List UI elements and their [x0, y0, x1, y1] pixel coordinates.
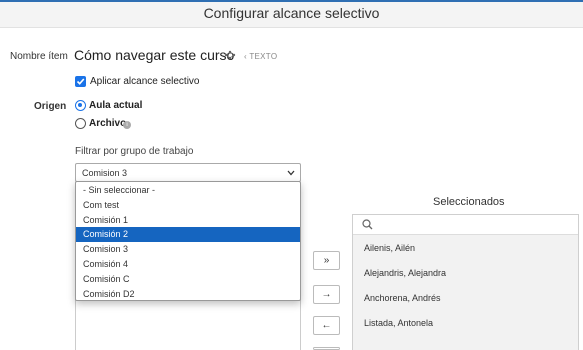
origin-radio-current-classroom[interactable]	[75, 100, 86, 111]
selected-list[interactable]: Ailenis, Ailén Alejandris, Alejandra Anc…	[352, 214, 579, 350]
add-all-button[interactable]: »	[313, 251, 340, 270]
dialog-title: Configurar alcance selectivo	[203, 5, 380, 21]
info-icon[interactable]: i	[123, 121, 131, 129]
origin-label: Origen	[34, 101, 67, 112]
item-type-badge: ‹ TEXTO	[244, 52, 278, 61]
selective-scope-checkbox[interactable]	[75, 76, 86, 87]
add-button[interactable]: →	[313, 285, 340, 304]
search-icon	[362, 219, 373, 230]
dialog-header: Configurar alcance selectivo	[0, 2, 583, 28]
remove-button[interactable]: ←	[313, 316, 340, 335]
item-type-text: TEXTO	[249, 52, 278, 61]
chevron-down-icon	[287, 170, 295, 176]
item-name-label: Nombre ítem	[10, 51, 68, 62]
workgroup-option-highlighted[interactable]: Comisión 2	[76, 227, 300, 242]
selected-item[interactable]: Anchorena, Andrés	[364, 293, 441, 303]
origin-radio-file[interactable]	[75, 118, 86, 129]
selected-title: Seleccionados	[433, 196, 505, 208]
selected-search[interactable]	[353, 215, 578, 235]
workgroup-option[interactable]: Com test	[76, 198, 300, 213]
selected-item[interactable]: Listada, Antonela	[364, 318, 433, 328]
origin-option-current-classroom[interactable]: Aula actual	[89, 100, 142, 111]
workgroup-option[interactable]: Comision 3	[76, 242, 300, 257]
workgroup-select-value: Comision 3	[82, 168, 128, 178]
selected-item[interactable]: Alejandris, Alejandra	[364, 268, 446, 278]
workgroup-option[interactable]: Comisión 4	[76, 257, 300, 272]
content-type-icon	[224, 50, 236, 60]
selective-scope-label[interactable]: Aplicar alcance selectivo	[90, 76, 200, 87]
workgroup-option[interactable]: Comisión C	[76, 272, 300, 287]
workgroup-option[interactable]: - Sin seleccionar -	[76, 183, 300, 198]
workgroup-option[interactable]: Comisión 1	[76, 213, 300, 228]
origin-option-file[interactable]: Archivo	[89, 118, 126, 129]
filter-label: Filtrar por grupo de trabajo	[75, 146, 194, 157]
workgroup-dropdown[interactable]: - Sin seleccionar - Com test Comisión 1 …	[75, 181, 301, 301]
item-name: Cómo navegar este curso	[74, 47, 235, 63]
selected-item[interactable]: Ailenis, Ailén	[364, 243, 415, 253]
workgroup-select[interactable]: Comision 3	[75, 163, 301, 182]
workgroup-option[interactable]: Comisión D2	[76, 287, 300, 302]
